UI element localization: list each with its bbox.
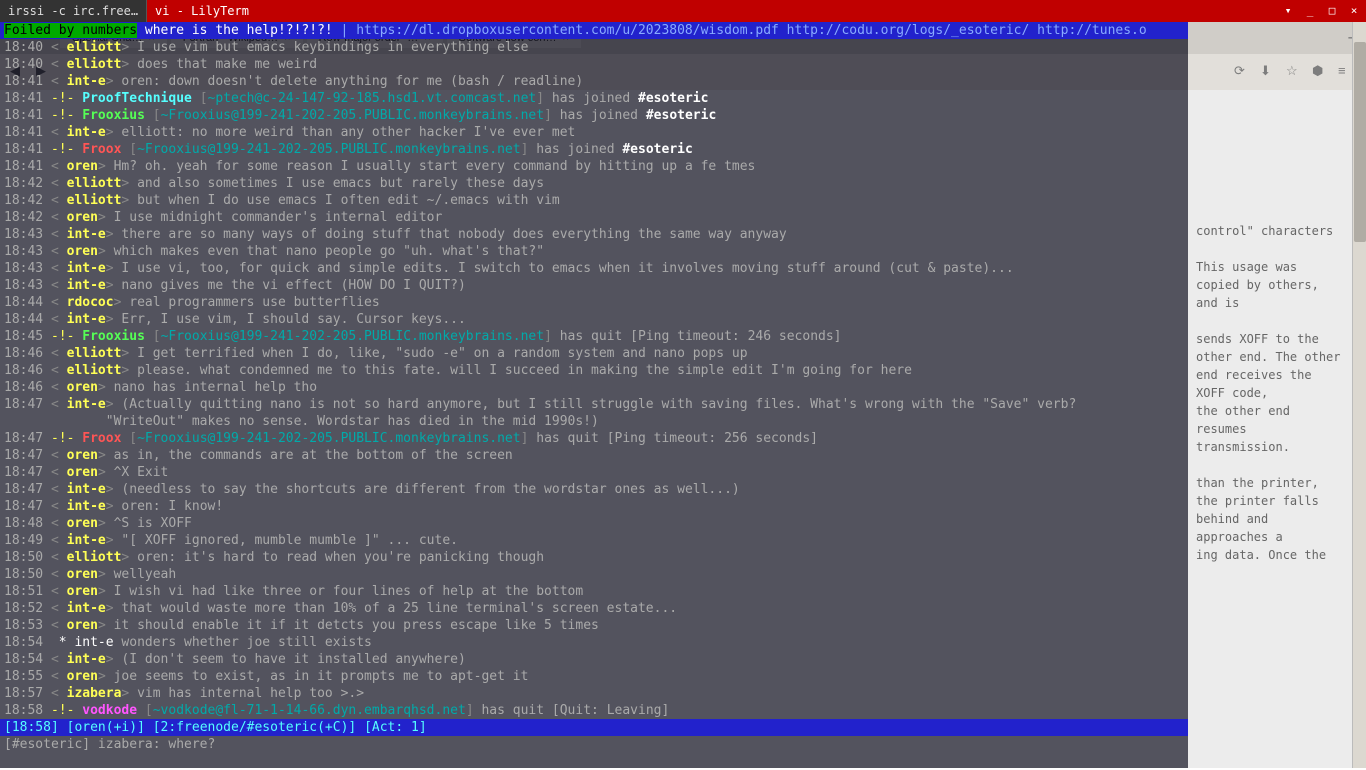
chat-line: 18:42 < oren> I use midnight commander's… <box>0 209 1188 226</box>
chat-line: 18:42 < elliott> but when I do use emacs… <box>0 192 1188 209</box>
taskbar-item-irssi[interactable]: irssi -c irc.free… <box>0 0 147 22</box>
scrollbar-thumb[interactable] <box>1354 42 1366 242</box>
input-text: izabera: where? <box>98 737 215 752</box>
topic-text: where is the help!?!?!?! <box>137 23 333 38</box>
chat-line: 18:41 < oren> Hm? oh. yeah for some reas… <box>0 158 1188 175</box>
chat-line: 18:44 < int-e> Err, I use vim, I should … <box>0 311 1188 328</box>
chat-line: 18:49 < int-e> "[ XOFF ignored, mumble m… <box>0 532 1188 549</box>
chat-line: 18:41 < int-e> oren: down doesn't delete… <box>0 73 1188 90</box>
chat-line: 18:47 < int-e> (Actually quitting nano i… <box>0 396 1188 413</box>
chat-line: 18:50 < oren> wellyeah <box>0 566 1188 583</box>
chat-line: "WriteOut" makes no sense. Wordstar has … <box>0 413 1188 430</box>
chat-line: 18:51 < oren> I wish vi had like three o… <box>0 583 1188 600</box>
chat-line: 18:53 < oren> it should enable it if it … <box>0 617 1188 634</box>
chat-line: 18:46 < oren> nano has internal help tho <box>0 379 1188 396</box>
chat-line: 18:41 -!- Froox [~Frooxius@199-241-202-2… <box>0 141 1188 158</box>
chat-line: 18:54 * int-e wonders whether joe still … <box>0 634 1188 651</box>
scrollbar[interactable] <box>1352 22 1366 768</box>
chat-line: 18:46 < elliott> please. what condemned … <box>0 362 1188 379</box>
irssi-status-bar: [18:58] [oren(+i)] [2:freenode/#esoteric… <box>0 719 1188 736</box>
window-controls: ▾ _ □ × <box>1280 3 1362 19</box>
chat-line: 18:43 < int-e> nano gives me the vi effe… <box>0 277 1188 294</box>
irssi-input[interactable]: [#esoteric] izabera: where? <box>0 736 1188 753</box>
chat-line: 18:47 -!- Froox [~Frooxius@199-241-202-2… <box>0 430 1188 447</box>
chat-line: 18:42 < elliott> and also sometimes I us… <box>0 175 1188 192</box>
maximize-icon[interactable]: □ <box>1324 3 1340 19</box>
chat-line: 18:40 < elliott> does that make me weird <box>0 56 1188 73</box>
minimize-icon[interactable]: _ <box>1302 3 1318 19</box>
chat-line: 18:47 < oren> as in, the commands are at… <box>0 447 1188 464</box>
topic-urls: | https://dl.dropboxusercontent.com/u/20… <box>333 23 1147 38</box>
chat-line: 18:41 -!- Frooxius [~Frooxius@199-241-20… <box>0 107 1188 124</box>
chat-line: 18:43 < int-e> I use vi, too, for quick … <box>0 260 1188 277</box>
chat-line: 18:48 < oren> ^S is XOFF <box>0 515 1188 532</box>
chat-line: 18:41 < int-e> elliott: no more weird th… <box>0 124 1188 141</box>
irssi-topic-bar: Foiled by numbers where is the help!?!?!… <box>0 22 1188 39</box>
chat-line: 18:45 -!- Frooxius [~Frooxius@199-241-20… <box>0 328 1188 345</box>
chat-line: 18:43 < oren> which makes even that nano… <box>0 243 1188 260</box>
status-user: [oren(+i)] <box>67 720 145 735</box>
topic-highlight: Foiled by numbers <box>4 23 137 38</box>
status-time: [18:58] <box>4 720 59 735</box>
taskbar-label: irssi -c irc.free… <box>8 4 138 18</box>
close-icon[interactable]: × <box>1346 3 1362 19</box>
browser-peek-text: control" characters This usage was copie… <box>1196 222 1344 564</box>
chat-line: 18:55 < oren> joe seems to exist, as in … <box>0 668 1188 685</box>
chat-line: 18:57 < izabera> vim has internal help t… <box>0 685 1188 702</box>
chat-line: 18:54 < int-e> (I don't seem to have it … <box>0 651 1188 668</box>
chat-line: 18:43 < int-e> there are so many ways of… <box>0 226 1188 243</box>
pin-icon[interactable]: ▾ <box>1280 3 1296 19</box>
chat-line: 18:47 < int-e> oren: I know! <box>0 498 1188 515</box>
chat-line: 18:50 < elliott> oren: it's hard to read… <box>0 549 1188 566</box>
chat-line: 18:44 < rdococ> real programmers use but… <box>0 294 1188 311</box>
status-activity: [Act: 1] <box>364 720 427 735</box>
chat-line: 18:58 -!- vodkode [~vodkode@fl-71-1-14-6… <box>0 702 1188 719</box>
window-title: vi - LilyTerm <box>147 2 257 20</box>
chat-log: 18:40 < elliott> I use vim but emacs key… <box>0 39 1188 719</box>
terminal[interactable]: Foiled by numbers where is the help!?!?!… <box>0 22 1188 768</box>
browser-peek: control" characters This usage was copie… <box>1188 22 1352 768</box>
chat-line: 18:47 < oren> ^X Exit <box>0 464 1188 481</box>
chat-line: 18:46 < elliott> I get terrified when I … <box>0 345 1188 362</box>
chat-line: 18:41 -!- ProofTechnique [~ptech@c-24-14… <box>0 90 1188 107</box>
window-titlebar[interactable]: irssi -c irc.free… vi - LilyTerm ▾ _ □ × <box>0 0 1366 22</box>
chat-line: 18:47 < int-e> (needless to say the shor… <box>0 481 1188 498</box>
chat-line: 18:52 < int-e> that would waste more tha… <box>0 600 1188 617</box>
input-prefix: [#esoteric] <box>4 737 98 752</box>
chat-line: 18:40 < elliott> I use vim but emacs key… <box>0 39 1188 56</box>
status-channel: [2:freenode/#esoteric(+C)] <box>153 720 357 735</box>
